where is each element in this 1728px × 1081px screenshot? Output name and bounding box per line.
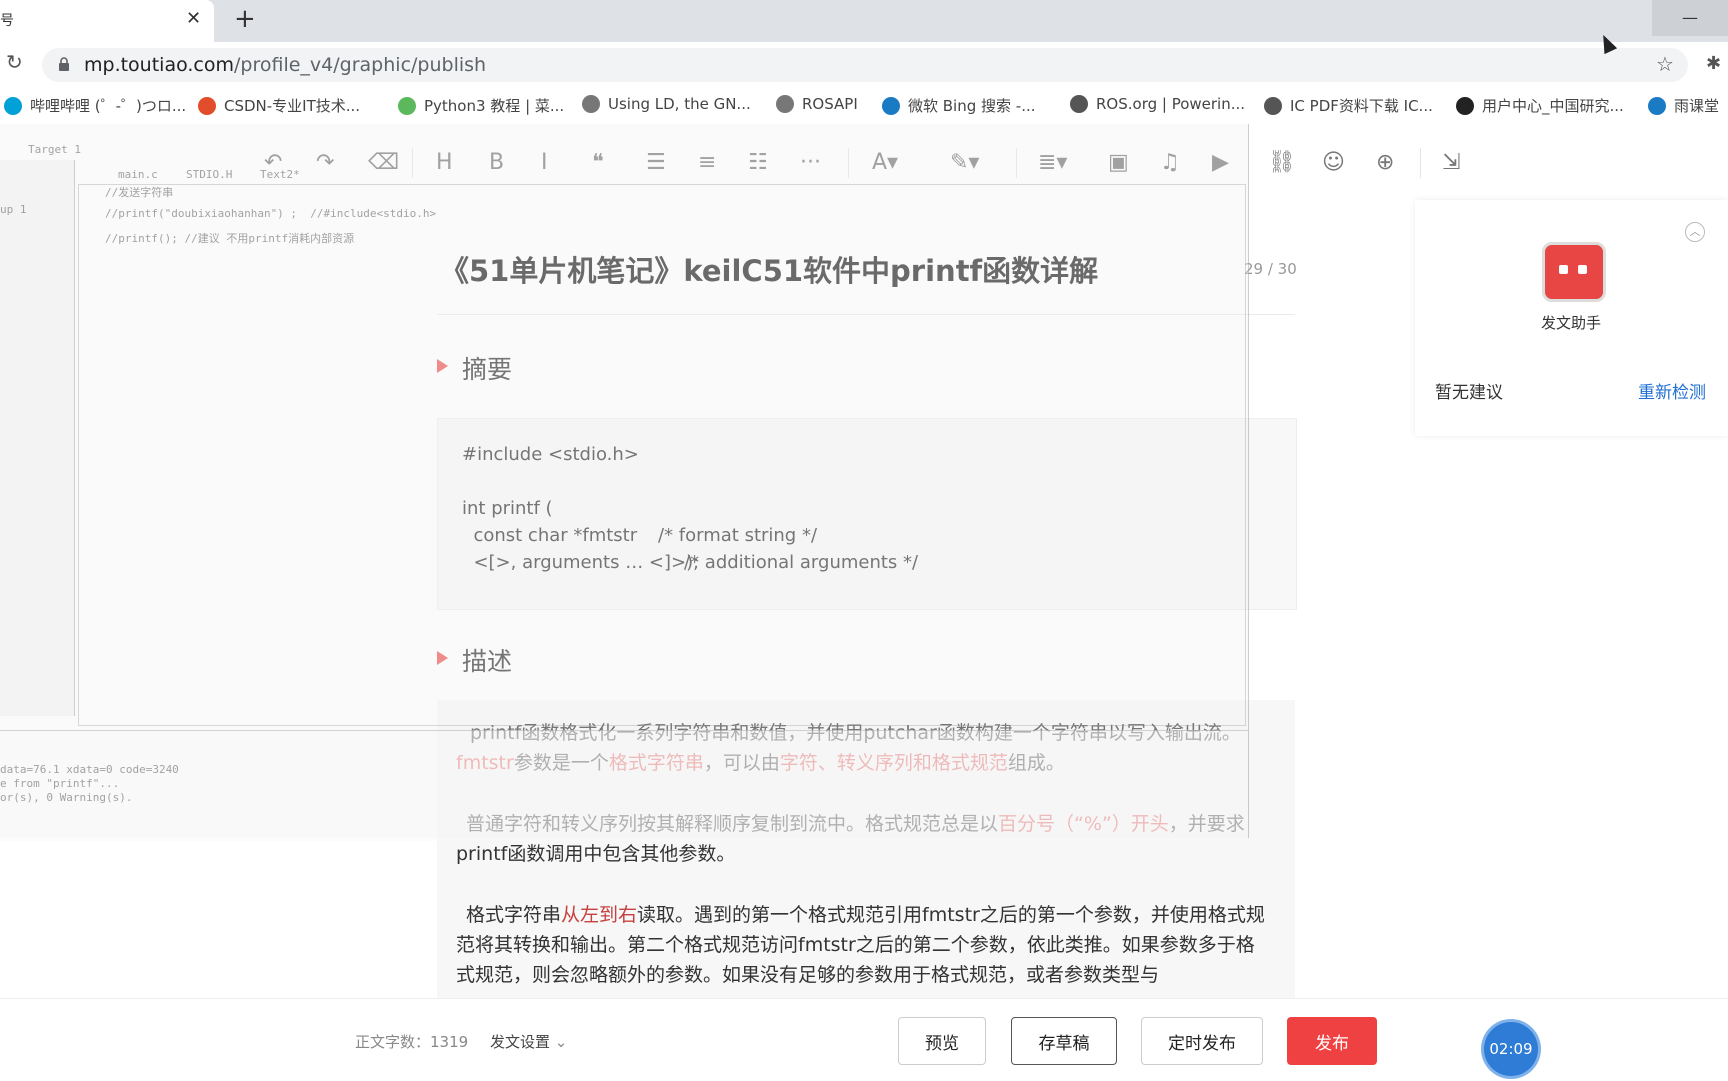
ghost-code-line: //printf("doubixiaohanhan") ; //#include… (105, 207, 437, 220)
lock-icon (59, 57, 69, 71)
extensions-icon[interactable]: ✱ (1706, 53, 1721, 74)
paragraph-3: 格式字符串从左到右读取。遇到的第一个格式规范引用fmtstr之后的第一个参数，并… (456, 900, 1268, 990)
bookmark-item[interactable]: 用户中心_中国研究... (1456, 95, 1624, 116)
robot-assistant-icon (1542, 242, 1606, 302)
ghost-output-line: data=76.1 xdata=0 code=3240 (0, 763, 179, 776)
minimize-window-icon[interactable]: — (1652, 0, 1728, 36)
ghost-code-line: //发送字符串 (105, 186, 174, 199)
bookmark-favicon-icon (1070, 95, 1088, 113)
bookmark-label: ROSAPI (802, 95, 858, 113)
publish-button[interactable]: 发布 (1287, 1017, 1377, 1065)
bookmark-favicon-icon (1456, 96, 1474, 115)
bookmark-favicon-icon (1648, 96, 1666, 115)
bookmark-item[interactable]: CSDN-专业IT技术... (198, 95, 360, 116)
title-char-counter: 29 / 30 (1244, 260, 1297, 278)
bookmark-favicon-icon (1264, 96, 1282, 115)
preview-button[interactable]: 预览 (898, 1017, 986, 1065)
ghost-ide-project-panel (0, 160, 75, 716)
ghost-target-label: Target 1 (28, 143, 81, 156)
bookmark-item[interactable]: ROSAPI (776, 95, 858, 113)
ghost-ide-editor (78, 184, 1246, 726)
ghost-group-label: up 1 (0, 203, 27, 216)
ghost-tab: main.c (118, 168, 158, 181)
tab-strip (0, 0, 1728, 42)
bookmark-label: IC PDF资料下载 IC... (1290, 97, 1433, 115)
text: 格式字符串 (466, 904, 562, 926)
bookmark-label: ROS.org | Powerin... (1096, 95, 1246, 113)
bookmark-favicon-icon (4, 96, 22, 115)
bookmark-label: 微软 Bing 搜索 -... (908, 97, 1036, 115)
ghost-ide-output (0, 730, 1248, 841)
bookmark-favicon-icon (882, 96, 900, 115)
insert-icon[interactable]: ⊕ (1376, 150, 1394, 175)
reload-icon[interactable]: ↻ (6, 50, 23, 74)
url-path: /profile_v4/graphic/publish (234, 54, 487, 76)
word-count: 正文字数：1319 (355, 1033, 469, 1051)
recheck-link[interactable]: 重新检测 (1638, 378, 1706, 403)
no-suggestion-text: 暂无建议 (1435, 383, 1503, 403)
bookmark-item[interactable]: Using LD, the GN... (582, 95, 751, 113)
ghost-tab: STDIO.H (186, 168, 233, 181)
bookmark-label: 雨课堂 (1674, 97, 1720, 115)
bookmark-item[interactable]: 微软 Bing 搜索 -... (882, 95, 1036, 116)
tab-title: 号 (0, 13, 14, 29)
publish-settings-dropdown[interactable]: 发文设置 ⌄ (490, 1031, 567, 1052)
url-text[interactable]: mp.toutiao.com/profile_v4/graphic/publis… (84, 54, 486, 76)
collapse-up-icon[interactable]: ︿ (1685, 222, 1705, 242)
publish-bar (0, 998, 1728, 1081)
highlight-text: 从左到右 (561, 904, 638, 926)
ghost-output-line: e from "printf"... (0, 777, 120, 790)
bookmark-favicon-icon (198, 96, 216, 115)
ghost-tab: Text2* (260, 168, 300, 181)
ghost-output-line: or(s), 0 Warning(s). (0, 791, 133, 804)
bookmark-item[interactable]: 哔哩哔哩 (゜-゜)つロ... (4, 95, 186, 116)
toolbar-separator (1420, 148, 1421, 178)
save-draft-button[interactable]: 存草稿 (1011, 1017, 1117, 1065)
bookmark-item[interactable]: 雨课堂 (1648, 95, 1719, 116)
new-tab-icon[interactable]: + (234, 4, 256, 34)
bookmark-label: CSDN-专业IT技术... (224, 97, 361, 115)
bookmark-item[interactable]: Python3 教程 | 菜... (398, 95, 564, 116)
schedule-publish-button[interactable]: 定时发布 (1141, 1017, 1263, 1065)
chevron-down-icon: ⌄ (554, 1033, 568, 1051)
assistant-name: 发文助手 (1541, 314, 1602, 332)
ghost-code-line: //printf(); //建议 不用printf消耗内部资源 (105, 232, 355, 245)
bookmark-favicon-icon (582, 95, 600, 113)
bookmark-favicon-icon (776, 95, 794, 113)
link-icon[interactable]: ⛓ (1268, 150, 1296, 175)
bookmark-favicon-icon (398, 96, 416, 115)
url-host: mp.toutiao.com (84, 54, 235, 76)
bookmark-star-icon[interactable]: ☆ (1656, 52, 1674, 76)
browser-tab[interactable] (0, 0, 214, 42)
emoji-icon[interactable]: ☺ (1322, 150, 1345, 175)
close-tab-icon[interactable]: ✕ (186, 8, 201, 29)
bookmark-label: 用户中心_中国研究... (1482, 97, 1624, 115)
bookmark-label: 哔哩哔哩 (゜-゜)つロ... (30, 97, 187, 115)
import-icon[interactable]: ⇲ (1442, 150, 1460, 175)
bookmark-item[interactable]: ROS.org | Powerin... (1070, 95, 1245, 113)
bookmark-label: Python3 教程 | 菜... (424, 97, 565, 115)
publish-settings-label: 发文设置 (490, 1033, 551, 1051)
recording-timer: 02:09 (1484, 1022, 1538, 1076)
bookmark-label: Using LD, the GN... (608, 95, 751, 113)
bookmark-item[interactable]: IC PDF资料下载 IC... (1264, 95, 1433, 116)
